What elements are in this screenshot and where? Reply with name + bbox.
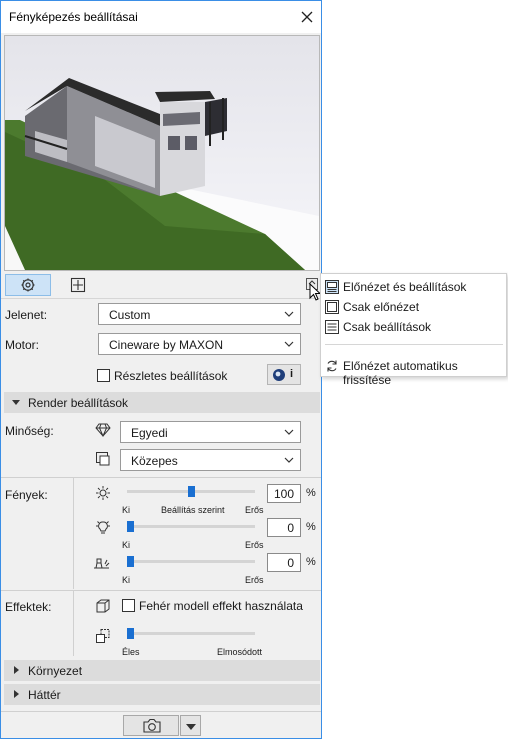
section-divider bbox=[1, 590, 321, 591]
view-toolbar bbox=[1, 271, 322, 301]
settings-only-icon bbox=[325, 320, 339, 334]
ambient-value: 0 bbox=[287, 556, 294, 570]
ambient-max-label: Erős bbox=[245, 575, 264, 585]
sun-icon bbox=[96, 486, 110, 500]
menu-item-label: Előnézet és beállítások bbox=[343, 280, 467, 294]
menu-item-preview-and-settings[interactable]: Előnézet és beállítások bbox=[321, 277, 506, 297]
cineware-logo-icon bbox=[273, 369, 285, 381]
cube-icon bbox=[96, 599, 110, 613]
caret-down-icon bbox=[12, 400, 20, 405]
settings-icon bbox=[21, 278, 35, 292]
detailed-settings-checkbox[interactable] bbox=[97, 369, 110, 382]
refresh-icon bbox=[327, 360, 337, 372]
menu-item-label: Csak beállítások bbox=[343, 320, 432, 334]
sun-value-input[interactable]: 100 bbox=[267, 484, 301, 503]
footer-bar bbox=[1, 711, 321, 738]
ambient-slider-thumb[interactable] bbox=[127, 556, 134, 567]
preview-settings-icon bbox=[325, 280, 339, 294]
menu-separator bbox=[325, 344, 503, 345]
render-settings-title: Render beállítások bbox=[28, 396, 129, 410]
close-icon[interactable] bbox=[297, 7, 317, 27]
environment-title: Környezet bbox=[28, 664, 83, 678]
sun-min-label: Ki bbox=[122, 505, 131, 515]
section-divider bbox=[1, 477, 321, 478]
caret-right-icon bbox=[14, 666, 19, 674]
blur-icon bbox=[96, 629, 110, 643]
lights-column-divider bbox=[73, 478, 74, 589]
engine-value: Cineware by MAXON bbox=[109, 338, 224, 352]
preview-size-tab[interactable] bbox=[55, 274, 101, 296]
blur-max-label: Elmosódott bbox=[217, 647, 263, 657]
environment-section[interactable]: Környezet bbox=[4, 660, 320, 681]
dropdown-icon bbox=[186, 724, 196, 730]
ambient-unit: % bbox=[306, 556, 316, 568]
preview-only-icon bbox=[325, 300, 339, 314]
camera-icon bbox=[143, 718, 161, 733]
sun-unit: % bbox=[306, 487, 316, 499]
engine-label: Motor: bbox=[5, 338, 40, 352]
sun-max-label: Erős bbox=[245, 505, 264, 515]
lamp-value: 0 bbox=[287, 521, 294, 535]
quality-preset-select[interactable]: Egyedi bbox=[120, 421, 301, 443]
settings-tab[interactable] bbox=[5, 274, 51, 296]
building-render bbox=[5, 36, 319, 270]
take-photo-button[interactable] bbox=[123, 715, 179, 736]
quality-level-select[interactable]: Közepes bbox=[120, 449, 301, 471]
quality-level-value: Közepes bbox=[131, 454, 178, 468]
effects-column-divider bbox=[73, 591, 74, 656]
render-settings-section[interactable]: Render beállítások bbox=[4, 392, 320, 413]
menu-item-preview-only[interactable]: Csak előnézet bbox=[321, 297, 506, 317]
sun-slider-thumb[interactable] bbox=[187, 486, 195, 497]
photo-settings-window: Fényképezés beállításai Jelenet: Custom … bbox=[0, 0, 322, 739]
ambient-value-input[interactable]: 0 bbox=[267, 553, 301, 572]
background-section[interactable]: Háttér bbox=[4, 684, 320, 705]
preview-size-icon bbox=[70, 277, 86, 293]
menu-item-label: Csak előnézet bbox=[343, 300, 420, 314]
lamp-slider-track[interactable] bbox=[127, 525, 255, 528]
menu-item-auto-refresh[interactable]: Előnézet automatikus frissítése bbox=[321, 356, 506, 387]
quality-label: Minőség: bbox=[5, 424, 54, 438]
ambient-min-label: Ki bbox=[122, 575, 131, 585]
detailed-settings-label: Részletes beállítások bbox=[114, 369, 228, 383]
lamp-value-input[interactable]: 0 bbox=[267, 518, 301, 537]
menu-item-label: Előnézet automatikus frissítése bbox=[343, 359, 458, 387]
view-mode-menu: Előnézet és beállítások Csak előnézet Cs… bbox=[320, 273, 507, 387]
blur-min-label: Éles bbox=[122, 647, 140, 657]
engine-select[interactable]: Cineware by MAXON bbox=[98, 333, 301, 355]
scene-select[interactable]: Custom bbox=[98, 303, 301, 325]
lamp-min-label: Ki bbox=[122, 540, 131, 550]
sun-mid-label: Beállítás szerint bbox=[161, 505, 225, 515]
menu-item-settings-only[interactable]: Csak beállítások bbox=[321, 317, 506, 337]
white-model-checkbox[interactable] bbox=[122, 599, 135, 612]
chevron-down-icon bbox=[284, 341, 294, 347]
window-title: Fényképezés beállításai bbox=[9, 10, 138, 24]
lamp-slider-thumb[interactable] bbox=[127, 521, 134, 532]
info-label: i bbox=[290, 368, 294, 380]
chevron-down-icon bbox=[284, 457, 294, 463]
engine-info-button[interactable]: i bbox=[267, 364, 301, 385]
blur-slider-track[interactable] bbox=[127, 632, 255, 635]
white-model-label: Fehér modell effekt használata bbox=[139, 599, 303, 613]
diamond-icon bbox=[95, 423, 111, 437]
preview-image bbox=[4, 35, 320, 271]
scene-label: Jelenet: bbox=[5, 308, 48, 322]
scene-value: Custom bbox=[109, 308, 151, 322]
caret-right-icon bbox=[14, 690, 19, 698]
sun-value: 100 bbox=[273, 487, 294, 501]
lights-label: Fények: bbox=[5, 488, 48, 502]
chevron-down-icon bbox=[284, 429, 294, 435]
chevron-down-icon bbox=[284, 311, 294, 317]
lamp-max-label: Erős bbox=[245, 540, 264, 550]
quality-level-icon bbox=[96, 452, 110, 466]
quality-preset-value: Egyedi bbox=[131, 426, 168, 440]
ambient-slider-track[interactable] bbox=[127, 560, 255, 563]
blur-slider-thumb[interactable] bbox=[127, 628, 134, 639]
photo-options-dropdown[interactable] bbox=[180, 715, 201, 736]
lamp-icon bbox=[96, 521, 110, 534]
effects-label: Effektek: bbox=[5, 600, 52, 614]
title-bar: Fényképezés beállításai bbox=[1, 1, 321, 33]
lamp-unit: % bbox=[306, 521, 316, 533]
ambient-light-icon bbox=[94, 558, 110, 569]
background-title: Háttér bbox=[28, 688, 61, 702]
